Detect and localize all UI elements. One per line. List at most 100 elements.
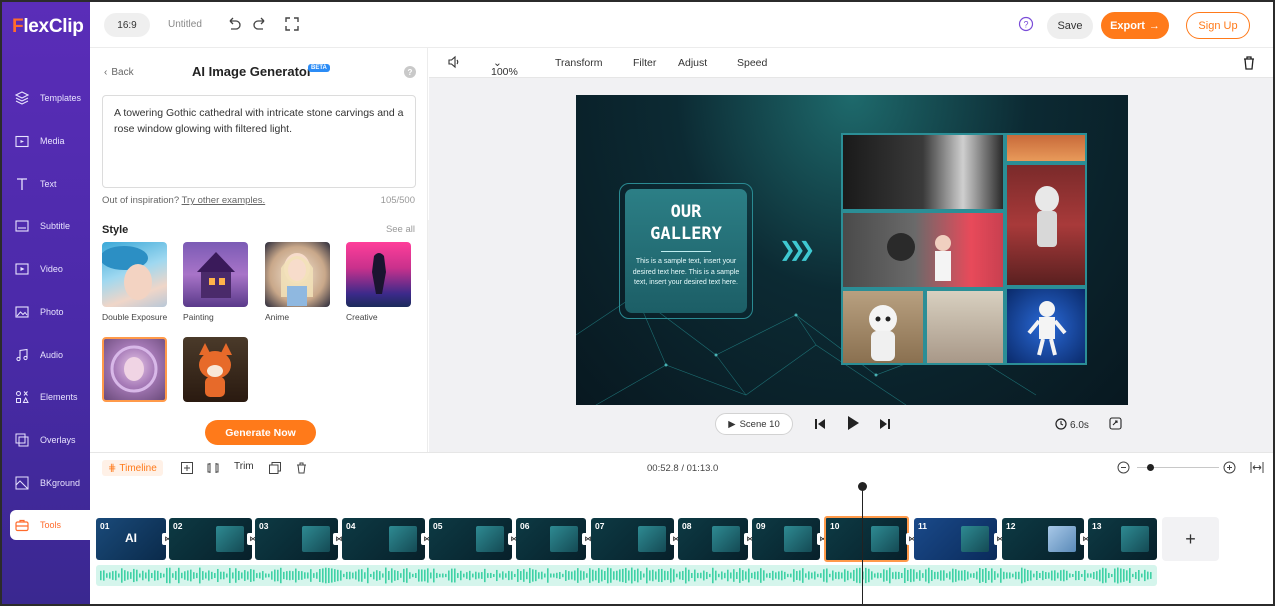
- timeline-icon: ⋕: [108, 462, 117, 474]
- zoom-out-icon[interactable]: [1117, 461, 1130, 479]
- see-all-link[interactable]: See all: [386, 224, 415, 235]
- gallery-title[interactable]: OUR GALLERY: [625, 201, 747, 245]
- volume-icon[interactable]: [447, 55, 461, 72]
- nav-item-photo[interactable]: Photo: [10, 298, 90, 326]
- undo-icon[interactable]: [226, 16, 242, 32]
- speed-button[interactable]: Speed: [737, 57, 767, 69]
- photo-robot-and-woman[interactable]: [841, 211, 1005, 289]
- help-icon[interactable]: ?: [404, 66, 416, 78]
- nav-item-bkground[interactable]: BKground: [10, 469, 90, 497]
- project-title[interactable]: Untitled: [168, 19, 202, 30]
- trim-button[interactable]: Trim: [234, 461, 254, 472]
- timeline-clip-selected[interactable]: 10: [824, 516, 909, 562]
- timeline-clip[interactable]: 11: [914, 518, 997, 560]
- delete-icon[interactable]: [296, 461, 307, 479]
- export-button[interactable]: Export →: [1101, 12, 1169, 39]
- save-button[interactable]: Save: [1047, 13, 1093, 39]
- video-canvas[interactable]: OUR GALLERY This is a sample text, insert…: [576, 95, 1128, 405]
- clock-icon: [1055, 418, 1067, 433]
- photo-blue-robot[interactable]: [1005, 287, 1087, 365]
- photo-street[interactable]: [1005, 133, 1087, 163]
- next-scene-icon[interactable]: [879, 417, 891, 435]
- timeline-clip[interactable]: 03: [255, 518, 338, 560]
- gallery-card[interactable]: OUR GALLERY This is a sample text, insert…: [619, 183, 753, 319]
- photo-robot-arm-and-man[interactable]: [841, 133, 1005, 211]
- layers-icon: [14, 90, 30, 106]
- fit-timeline-icon[interactable]: [1250, 461, 1264, 479]
- scene-selector[interactable]: ▶ Scene 10: [715, 413, 793, 435]
- zoom-in-icon[interactable]: [1223, 461, 1236, 479]
- timeline-clip[interactable]: 04: [342, 518, 425, 560]
- add-scene-icon[interactable]: [181, 461, 193, 479]
- zoom-slider-handle[interactable]: [1147, 464, 1154, 471]
- clip-number: 07: [595, 521, 605, 531]
- style-label: Creative: [346, 312, 378, 322]
- style-label: Painting: [183, 312, 214, 322]
- generate-now-button[interactable]: Generate Now: [205, 420, 316, 445]
- nav-item-tools[interactable]: Tools: [10, 510, 90, 540]
- help-icon[interactable]: ?: [1018, 16, 1034, 32]
- logo[interactable]: FlexClip: [12, 16, 84, 38]
- photo-robot-on-bench[interactable]: [1005, 163, 1087, 287]
- timeline-toolbar: ⋕ Timeline Trim 00:52.8 / 01:13.0: [90, 453, 1273, 483]
- split-icon[interactable]: [207, 461, 219, 479]
- nav-label: Audio: [40, 350, 64, 360]
- trash-icon[interactable]: [1242, 55, 1256, 73]
- nav-item-video[interactable]: Video: [10, 255, 90, 283]
- elements-icon: [14, 389, 30, 405]
- nav-item-elements[interactable]: Elements: [10, 383, 90, 411]
- zoom-select[interactable]: 100% ⌄: [491, 57, 518, 78]
- timeline-toggle[interactable]: ⋕ Timeline: [102, 460, 163, 476]
- aspect-ratio-button[interactable]: 16:9: [104, 13, 150, 37]
- duplicate-icon[interactable]: [269, 461, 281, 479]
- try-examples-link[interactable]: Try other examples.: [182, 195, 266, 206]
- gallery-title-line: OUR: [670, 202, 702, 222]
- signup-button[interactable]: Sign Up: [1186, 12, 1250, 39]
- app-window: FlexClip Templates Media Text Subtitle V…: [0, 0, 1275, 606]
- audio-track[interactable]: [96, 565, 1157, 586]
- logo-mark: F: [12, 16, 24, 37]
- nav-item-text[interactable]: Text: [10, 170, 90, 198]
- nav-item-subtitle[interactable]: Subtitle: [10, 212, 90, 240]
- prompt-textarea[interactable]: A towering Gothic cathedral with intrica…: [102, 95, 416, 188]
- clip-thumbnail: [302, 526, 330, 552]
- style-creative[interactable]: [346, 242, 411, 307]
- style-painting[interactable]: [183, 242, 248, 307]
- style-double-exposure[interactable]: [102, 242, 167, 307]
- add-clip-button[interactable]: +: [1162, 517, 1219, 561]
- timeline-clip[interactable]: 08: [678, 518, 748, 560]
- clip-number: 03: [259, 521, 269, 531]
- nav-item-audio[interactable]: Audio: [10, 341, 90, 369]
- fullscreen-icon[interactable]: [284, 16, 300, 32]
- style-3d-cartoon[interactable]: [183, 337, 248, 402]
- timeline-clip[interactable]: 06: [516, 518, 586, 560]
- adjust-button[interactable]: Adjust: [678, 57, 707, 69]
- timeline-clip[interactable]: 05: [429, 518, 512, 560]
- nav-item-media[interactable]: Media: [10, 127, 90, 155]
- timeline-clip[interactable]: 09: [752, 518, 820, 560]
- fit-screen-icon[interactable]: [1109, 417, 1122, 435]
- style-fantasy-selected[interactable]: [102, 337, 167, 402]
- redo-icon[interactable]: [252, 16, 268, 32]
- scene-duration[interactable]: 6.0s: [1055, 418, 1089, 433]
- nav-item-templates[interactable]: Templates: [10, 84, 90, 112]
- timeline-clip[interactable]: 12: [1002, 518, 1084, 560]
- timeline-clip[interactable]: 07: [591, 518, 674, 560]
- back-button[interactable]: ‹ Back: [104, 67, 134, 78]
- play-icon[interactable]: [846, 415, 860, 436]
- audio-waveform: [100, 567, 1152, 584]
- style-anime[interactable]: [265, 242, 330, 307]
- timeline-clip[interactable]: 13: [1088, 518, 1157, 560]
- gallery-body-text[interactable]: This is a sample text, insert your desir…: [625, 257, 747, 289]
- nav-item-overlays[interactable]: Overlays: [10, 426, 90, 454]
- clip-number: 06: [520, 521, 530, 531]
- timeline-clip[interactable]: 01 AI: [96, 518, 166, 560]
- clip-thumbnail: [550, 526, 578, 552]
- playhead[interactable]: [862, 483, 863, 604]
- previous-scene-icon[interactable]: [814, 417, 826, 435]
- photo-white-robot[interactable]: [841, 289, 925, 365]
- timeline-clip[interactable]: 02: [169, 518, 252, 560]
- transform-button[interactable]: Transform: [555, 57, 602, 69]
- photo-workshop[interactable]: [925, 289, 1005, 365]
- filter-button[interactable]: Filter: [633, 57, 656, 69]
